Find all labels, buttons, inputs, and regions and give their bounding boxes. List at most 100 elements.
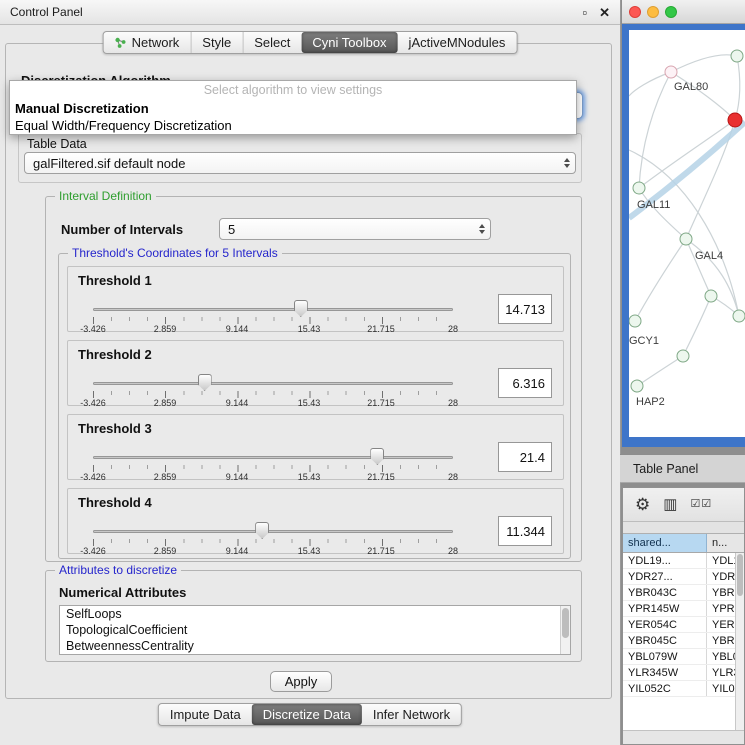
number-of-intervals-value: 5 [228,222,235,237]
table-row[interactable]: YIL052CYIL0... [623,681,735,697]
thresholds-group-title: Threshold's Coordinates for 5 Intervals [68,246,282,260]
threshold-value-field[interactable]: 6.316 [498,368,552,398]
select-rows-icon[interactable]: ☑☑ [690,499,712,510]
table-row[interactable]: YDL19...YDL1... [623,553,735,569]
interval-definition-group: Interval Definition Number of Intervals … [45,196,582,562]
tab-network[interactable]: Network [104,32,191,53]
tab-impute-data[interactable]: Impute Data [159,704,252,725]
close-traffic-light-icon[interactable] [629,6,641,18]
columns-icon[interactable]: ▥ [663,497,677,512]
table-cell[interactable]: YBR043C [623,585,707,600]
table-row[interactable]: YER054CYER0... [623,617,735,633]
network-node[interactable] [677,350,690,363]
table-cell[interactable]: YLR3... [707,665,735,680]
dropdown-option-manual-discretization[interactable]: Manual Discretization [10,100,576,117]
dropdown-placeholder-option[interactable]: Select algorithm to view settings [10,81,576,100]
scrollbar-thumb[interactable] [562,608,569,638]
slider-track[interactable] [93,456,453,459]
threshold-value-field[interactable]: 21.4 [498,442,552,472]
table-row[interactable]: YLR345WYLR3... [623,665,735,681]
slider-thumb[interactable] [255,522,269,539]
network-node[interactable] [629,315,642,328]
dropdown-option-equal-width[interactable]: Equal Width/Frequency Discretization [10,117,576,134]
table-cell[interactable]: YDL19... [623,553,707,568]
gear-icon[interactable]: ⚙ [635,496,650,513]
table-cell[interactable]: YBR0... [707,633,735,648]
table-cell[interactable]: YDL1... [707,553,735,568]
table-row[interactable]: YDR27...YDR2... [623,569,735,585]
tab-infer-network[interactable]: Infer Network [362,704,461,725]
node-label: GAL80 [674,81,708,93]
tab-cyni-toolbox[interactable]: Cyni Toolbox [301,32,397,53]
table-cell[interactable]: YIL052C [623,681,707,696]
number-of-intervals-combobox[interactable]: 5 [219,218,491,240]
network-window-titlebar[interactable] [622,0,745,24]
apply-button[interactable]: Apply [270,671,332,692]
scale-tick-label: 15.43 [298,398,321,408]
slider-thumb[interactable] [370,448,384,465]
list-item[interactable]: TopologicalCoefficient [60,622,570,638]
tab-style[interactable]: Style [190,32,242,53]
minimize-traffic-light-icon[interactable] [647,6,659,18]
table-cell[interactable]: YER0... [707,617,735,632]
slider-track[interactable] [93,530,453,533]
table-row[interactable]: YBR045CYBR0... [623,633,735,649]
network-node[interactable] [680,233,693,246]
column-header-shared-name[interactable]: shared... [623,534,707,552]
table-cell[interactable]: YBL079W [623,649,707,664]
node-label: GAL4 [695,250,723,262]
table-cell[interactable]: YER054C [623,617,707,632]
list-scrollbar[interactable] [560,606,570,654]
numerical-attributes-list[interactable]: SelfLoops TopologicalCoefficient Between… [59,605,571,655]
thresholds-group: Threshold's Coordinates for 5 Intervals … [58,253,571,559]
slider-track[interactable] [93,308,453,311]
table-cell[interactable]: YPR145W [623,601,707,616]
table-row[interactable]: YBL079WYBL0... [623,649,735,665]
network-node[interactable] [631,380,644,393]
threshold-slider[interactable]: -3.426 2.859 9.144 15.43 21.715 28 [93,519,453,555]
float-window-icon[interactable]: ▫ [582,6,587,19]
network-node[interactable] [731,50,744,63]
slider-thumb[interactable] [198,374,212,391]
table-horizontal-scrollbar[interactable] [623,730,744,744]
network-node[interactable] [665,66,678,79]
threshold-value-field[interactable]: 11.344 [498,516,552,546]
slider-scale: -3.426 2.859 9.144 15.43 21.715 28 [93,546,453,556]
list-item[interactable]: BetweennessCentrality [60,638,570,654]
slider-track[interactable] [93,382,453,385]
scale-tick-label: -3.426 [80,398,106,408]
combo-stepper-icon [564,158,570,168]
table-cell[interactable]: YBR045C [623,633,707,648]
table-cell[interactable]: YIL0... [707,681,735,696]
network-node[interactable] [633,182,646,195]
threshold-value-field[interactable]: 14.713 [498,294,552,324]
scale-tick-label: 28 [448,472,458,482]
table-data-combobox[interactable]: galFiltered.sif default node [24,152,576,174]
table-vertical-scrollbar[interactable] [735,553,744,730]
scale-tick-label: -3.426 [80,472,106,482]
table-cell[interactable]: YLR345W [623,665,707,680]
scrollbar-thumb[interactable] [737,554,743,596]
slider-thumb[interactable] [294,300,308,317]
network-node[interactable] [733,310,745,323]
table-row[interactable]: YBR043CYBR0... [623,585,735,601]
network-canvas[interactable]: GAL80 GAL11 GAL4 GCY1 HAP2 [629,30,745,437]
network-node-selected[interactable] [728,113,743,128]
network-node[interactable] [705,290,718,303]
table-cell[interactable]: YDR2... [707,569,735,584]
table-row[interactable]: YPR145WYPR1... [623,601,735,617]
table-cell[interactable]: YDR27... [623,569,707,584]
threshold-slider[interactable]: -3.426 2.859 9.144 15.43 21.715 28 [93,371,453,407]
column-header-name[interactable]: n... [707,534,744,552]
zoom-traffic-light-icon[interactable] [665,6,677,18]
tab-jactivemnodules[interactable]: jActiveMNodules [398,32,517,53]
tab-select[interactable]: Select [242,32,301,53]
list-item[interactable]: SelfLoops [60,606,570,622]
table-cell[interactable]: YPR1... [707,601,735,616]
table-cell[interactable]: YBL0... [707,649,735,664]
threshold-slider[interactable]: -3.426 2.859 9.144 15.43 21.715 28 [93,297,453,333]
close-icon[interactable]: ✕ [599,6,610,19]
tab-discretize-data[interactable]: Discretize Data [252,704,362,725]
table-cell[interactable]: YBR0... [707,585,735,600]
threshold-slider[interactable]: -3.426 2.859 9.144 15.43 21.715 28 [93,445,453,481]
